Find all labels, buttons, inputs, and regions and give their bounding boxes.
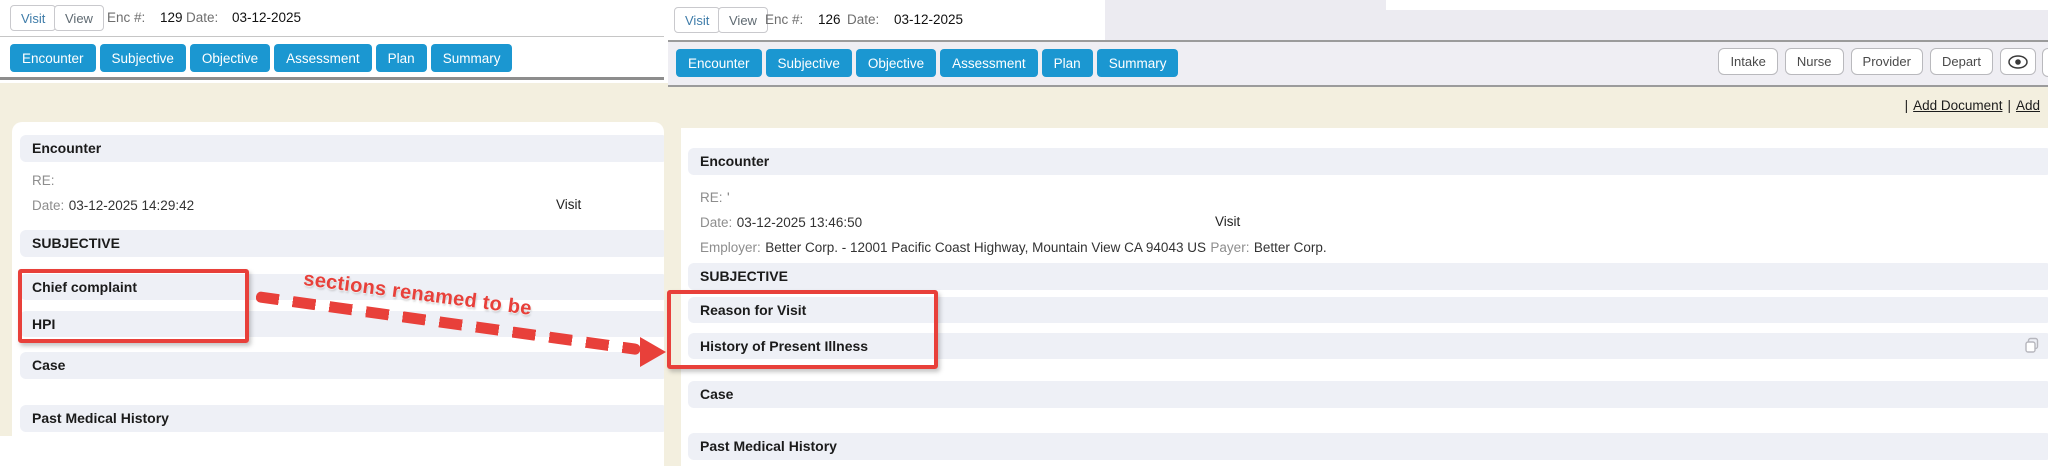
right-screenshot: Visit View Enc #: 126 Date: 03-12-2025 E… [668,0,2048,466]
tab-plan[interactable]: Plan [376,44,427,72]
tab-encounter[interactable]: Encounter [676,49,762,77]
highlight-box-new-sections [667,290,938,369]
section-case[interactable]: Case [20,352,668,379]
enc-number-value: 126 [818,12,841,27]
intake-button[interactable]: Intake [1718,48,1777,75]
link-separator: | [2007,98,2011,113]
subjective-header: SUBJECTIVE [20,230,668,257]
re-line: RE: ' [700,189,730,207]
tab-assessment[interactable]: Assessment [274,44,372,72]
tab-subjective[interactable]: Subjective [100,44,186,72]
section-case[interactable]: Case [688,381,2048,408]
nurse-button[interactable]: Nurse [1785,48,1844,75]
re-label: RE: [700,190,723,205]
date-value: 03-12-2025 [232,10,301,25]
highlight-box-old-sections [18,269,249,343]
eye-toggle-button[interactable] [2000,48,2036,75]
section-past-medical-history[interactable]: Past Medical History [688,433,2048,460]
visit-button[interactable]: Visit [674,7,720,33]
encounter-date-label: Date: [700,215,732,230]
link-separator: | [1905,98,1909,113]
cutoff-button[interactable] [2042,48,2048,77]
subjective-header: SUBJECTIVE [688,263,2048,290]
copy-icon[interactable] [2024,337,2040,353]
left-tab-row: Encounter Subjective Objective Assessmen… [0,38,664,80]
encounter-date-value: 03-12-2025 14:29:42 [69,198,194,213]
right-tabs: Encounter Subjective Objective Assessmen… [676,49,1178,77]
re-line: RE: [32,172,55,190]
tab-summary[interactable]: Summary [1097,49,1179,77]
status-button-group: Intake Nurse Provider Depart [1718,48,2036,75]
annotation-arrow-head [640,337,666,367]
add-links: | Add Document | Add [1902,98,2042,113]
employer-value: Better Corp. - 12001 Pacific Coast Highw… [765,240,1206,255]
date-label: Date: [186,10,218,25]
comparison-canvas: Visit View Enc #: 129 Date: 03-12-2025 E… [0,0,2048,466]
tab-assessment[interactable]: Assessment [940,49,1038,77]
enc-number-label: Enc #: [107,10,145,25]
view-button[interactable]: View [718,7,768,33]
add-link[interactable]: Add [2016,98,2040,113]
visit-type-value: Visit [556,197,581,212]
left-screenshot: Visit View Enc #: 129 Date: 03-12-2025 E… [0,0,664,466]
payer-label: Payer: [1210,240,1249,255]
encounter-header: Encounter [688,148,2048,175]
date-line: Date: 03-12-2025 14:29:42 [32,197,194,215]
date-line: Date: 03-12-2025 13:46:50 [700,214,862,232]
re-value: ' [727,190,730,205]
section-past-medical-history[interactable]: Past Medical History [20,405,668,432]
encounter-date-label: Date: [32,198,64,213]
add-document-link[interactable]: Add Document [1913,98,2002,113]
visit-type-value: Visit [1215,214,1240,229]
date-value: 03-12-2025 [894,12,963,27]
tab-objective[interactable]: Objective [190,44,270,72]
tab-plan[interactable]: Plan [1042,49,1093,77]
re-label: RE: [32,173,55,188]
left-tabs: Encounter Subjective Objective Assessmen… [10,44,512,72]
tab-encounter[interactable]: Encounter [10,44,96,72]
tab-summary[interactable]: Summary [431,44,513,72]
tab-subjective[interactable]: Subjective [766,49,852,77]
provider-button[interactable]: Provider [1851,48,1923,75]
action-band: | Add Document | Add [668,87,2048,128]
tab-objective[interactable]: Objective [856,49,936,77]
eye-icon [2008,55,2028,69]
left-toolbar: Visit View Enc #: 129 Date: 03-12-2025 [0,0,664,37]
depart-button[interactable]: Depart [1930,48,1993,75]
view-button[interactable]: View [54,5,104,31]
enc-number-label: Enc #: [765,12,803,27]
payer-value: Better Corp. [1254,240,1327,255]
visit-button[interactable]: Visit [10,5,56,31]
top-right-strip [1386,0,2048,10]
employer-label: Employer: [700,240,761,255]
enc-number-value: 129 [160,10,183,25]
encounter-date-value: 03-12-2025 13:46:50 [737,215,862,230]
date-label: Date: [847,12,879,27]
encounter-header: Encounter [20,135,668,162]
employer-line: Employer: Better Corp. - 12001 Pacific C… [700,239,1327,257]
